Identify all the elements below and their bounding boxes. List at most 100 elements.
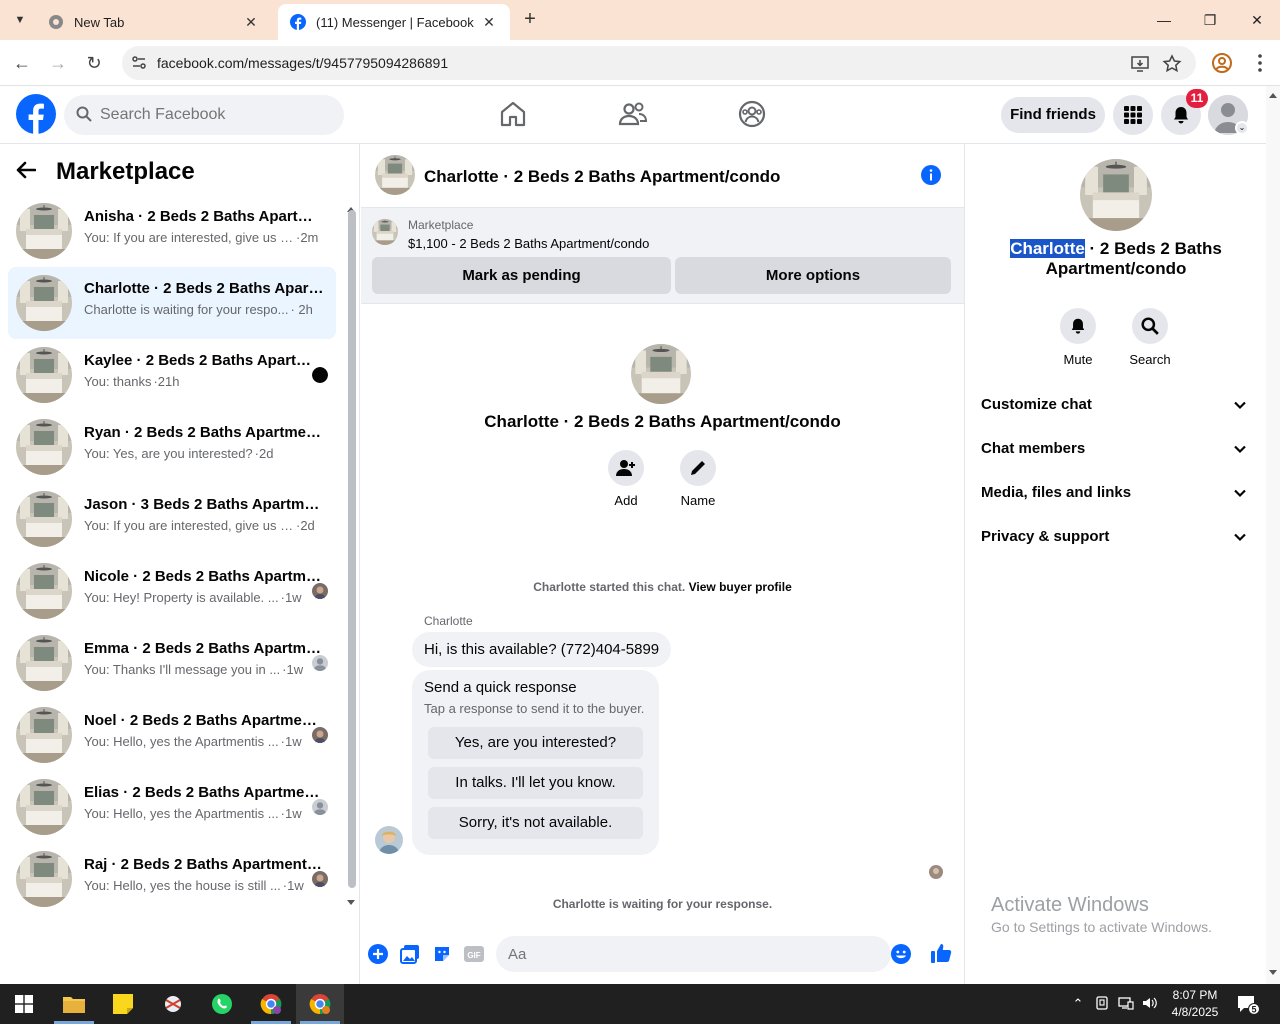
quick-response-button[interactable]: Yes, are you interested? [428, 727, 643, 759]
minimize-icon[interactable]: ― [1150, 8, 1178, 32]
friends-icon[interactable] [617, 98, 649, 130]
gif-icon[interactable]: GIF [464, 944, 484, 964]
profile-icon[interactable] [1211, 52, 1233, 74]
groups-icon[interactable] [736, 98, 768, 130]
account-chevron-down-icon[interactable]: ⌄ [1235, 121, 1249, 135]
preview-text: You: Hey! Property is available. ... [84, 590, 279, 605]
snipping-tool-taskbar-icon[interactable] [149, 984, 197, 1024]
add-people-button[interactable]: Add [596, 450, 656, 508]
conversation-preview: You: Hey! Property is available. ... ·1w [84, 590, 302, 605]
bell-icon [1174, 107, 1188, 124]
close-window-icon[interactable]: ✕ [1243, 8, 1271, 32]
preview-text: You: If you are interested, give us y... [84, 230, 294, 245]
mute-button[interactable]: Mute [1048, 308, 1108, 367]
quick-response-button[interactable]: Sorry, it's not available. [428, 807, 643, 839]
volume-icon[interactable] [1142, 995, 1158, 1014]
chat-avatar[interactable] [375, 155, 415, 195]
notification-badge: 11 [1186, 89, 1208, 108]
facebook-logo-icon[interactable] [16, 94, 56, 134]
listing-thumbnail[interactable] [372, 219, 398, 245]
conversation-row[interactable]: Ryan · 2 Beds 2 Baths Apartment/condo You… [8, 411, 336, 483]
browser-menu-icon[interactable] [1249, 52, 1271, 74]
conversation-row[interactable]: Noel · 2 Beds 2 Baths Apartment/condo You… [8, 699, 336, 771]
name-label: Name [680, 493, 716, 508]
message-input[interactable] [508, 936, 858, 972]
emoji-icon[interactable] [891, 944, 911, 964]
conversation-thumbnail [16, 635, 72, 691]
back-icon[interactable]: ← [10, 51, 34, 75]
forward-icon[interactable]: → [46, 51, 70, 75]
file-explorer-taskbar-icon[interactable] [50, 984, 98, 1024]
back-arrow-icon[interactable] [16, 159, 48, 185]
conversation-name: Elias · 2 Beds 2 Baths Apartment/condo [84, 784, 324, 801]
media-files-links-section[interactable]: Media, files and links [981, 484, 1255, 514]
watermark-line2: Go to Settings to activate Windows. [991, 919, 1212, 935]
conversation-row[interactable]: Kaylee · 2 Beds 2 Baths Apartment/condo Y… [8, 339, 336, 411]
privacy-support-section[interactable]: Privacy & support [981, 528, 1255, 558]
chat-members-section[interactable]: Chat members [981, 440, 1255, 470]
browser-toolbar: ← → ↻ facebook.com/messages/t/9457795094… [0, 40, 1280, 86]
browser-tab-messenger[interactable]: (11) Messenger | Facebook ✕ [278, 4, 510, 40]
more-options-button[interactable]: More options [675, 257, 951, 294]
home-icon[interactable] [497, 98, 529, 130]
address-bar[interactable]: facebook.com/messages/t/9457795094286891 [122, 46, 1196, 80]
photo-icon[interactable] [400, 944, 420, 964]
message-input-box[interactable] [496, 936, 911, 972]
chrome-taskbar-icon[interactable] [296, 984, 344, 1024]
taskbar-clock[interactable]: 8:07 PM 4/8/2025 [1160, 987, 1230, 1021]
preview-text: You: Hello, yes the Apartmentis ... [84, 806, 279, 821]
find-friends-button[interactable]: Find friends [1001, 97, 1105, 133]
sender-avatar[interactable] [375, 826, 403, 854]
close-tab-icon[interactable]: ✕ [242, 14, 260, 31]
restore-icon[interactable]: ❐ [1196, 8, 1224, 32]
conversation-row[interactable]: Raj · 2 Beds 2 Baths Apartment/condo You:… [8, 843, 336, 915]
facebook-search-input[interactable] [100, 95, 330, 135]
chevron-down-icon [1233, 530, 1247, 548]
conversation-row[interactable]: Jason · 3 Beds 2 Baths Apartment/condo Yo… [8, 483, 336, 555]
chrome-profile-taskbar-icon[interactable] [247, 984, 295, 1024]
quick-response-button[interactable]: In talks. I'll let you know. [428, 767, 643, 799]
search-in-chat-button[interactable]: Search [1120, 308, 1180, 367]
bookmark-star-icon[interactable] [1162, 54, 1182, 74]
conversation-row[interactable]: Nicole · 2 Beds 2 Baths Apartment/condo Y… [8, 555, 336, 627]
view-buyer-profile-link[interactable]: View buyer profile [689, 580, 792, 594]
close-tab-icon[interactable]: ✕ [480, 14, 498, 31]
conversation-row[interactable]: Emma · 2 Beds 2 Baths Apartment/condo You… [8, 627, 336, 699]
new-tab-button[interactable]: + [518, 8, 542, 32]
sticker-icon[interactable] [432, 944, 452, 964]
facebook-search-bar[interactable] [64, 95, 344, 135]
conversation-row[interactable]: Anisha · 2 Beds 2 Baths Apartment/condo Y… [8, 195, 336, 267]
listing-title[interactable]: $1,100 - 2 Beds 2 Baths Apartment/condo [408, 236, 649, 251]
plus-circle-icon[interactable] [368, 944, 388, 964]
install-app-icon[interactable] [1130, 54, 1150, 74]
page-scrollbar[interactable] [1266, 86, 1280, 984]
site-settings-icon[interactable] [130, 54, 148, 72]
chevron-up-icon[interactable]: ⌃ [1070, 996, 1086, 1012]
system-tray: ⌃ [1070, 984, 1158, 1024]
chrome-icon [48, 14, 64, 30]
mark-as-pending-button[interactable]: Mark as pending [372, 257, 671, 294]
reload-icon[interactable]: ↻ [82, 51, 106, 75]
name-chat-button[interactable]: Name [668, 450, 728, 508]
incoming-message-bubble[interactable]: Hi, is this available? (772)404-5899 [412, 632, 672, 667]
info-icon[interactable] [920, 164, 942, 186]
preview-time: ·21h [153, 374, 180, 389]
network-icon[interactable] [1118, 995, 1134, 1014]
scrollbar-thumb[interactable] [348, 210, 356, 888]
conversation-row[interactable]: Charlotte · 2 Beds 2 Baths Apartment/con… [8, 267, 336, 339]
like-thumb-icon[interactable] [930, 942, 952, 964]
chat-info-panel: Charlotte · 2 Beds 2 Baths Apartment/con… [964, 144, 1266, 984]
tab-search-dropdown-icon[interactable]: ▼ [6, 8, 34, 32]
meet-now-icon[interactable] [1094, 995, 1110, 1014]
chat-title[interactable]: Charlotte · 2 Beds 2 Baths Apartment/con… [424, 167, 780, 187]
sticky-notes-taskbar-icon[interactable] [99, 984, 147, 1024]
whatsapp-taskbar-icon[interactable] [198, 984, 246, 1024]
conversation-preview: You: thanks ·21h [84, 374, 180, 389]
listing-label: Marketplace [408, 218, 474, 232]
menu-grid-button[interactable] [1113, 95, 1153, 135]
conversation-row[interactable]: Elias · 2 Beds 2 Baths Apartment/condo Yo… [8, 771, 336, 843]
browser-tab-new-tab[interactable]: New Tab ✕ [36, 4, 272, 40]
customize-chat-section[interactable]: Customize chat [981, 396, 1255, 426]
notification-center-icon[interactable]: 5 [1236, 994, 1260, 1016]
start-button[interactable] [0, 984, 48, 1024]
